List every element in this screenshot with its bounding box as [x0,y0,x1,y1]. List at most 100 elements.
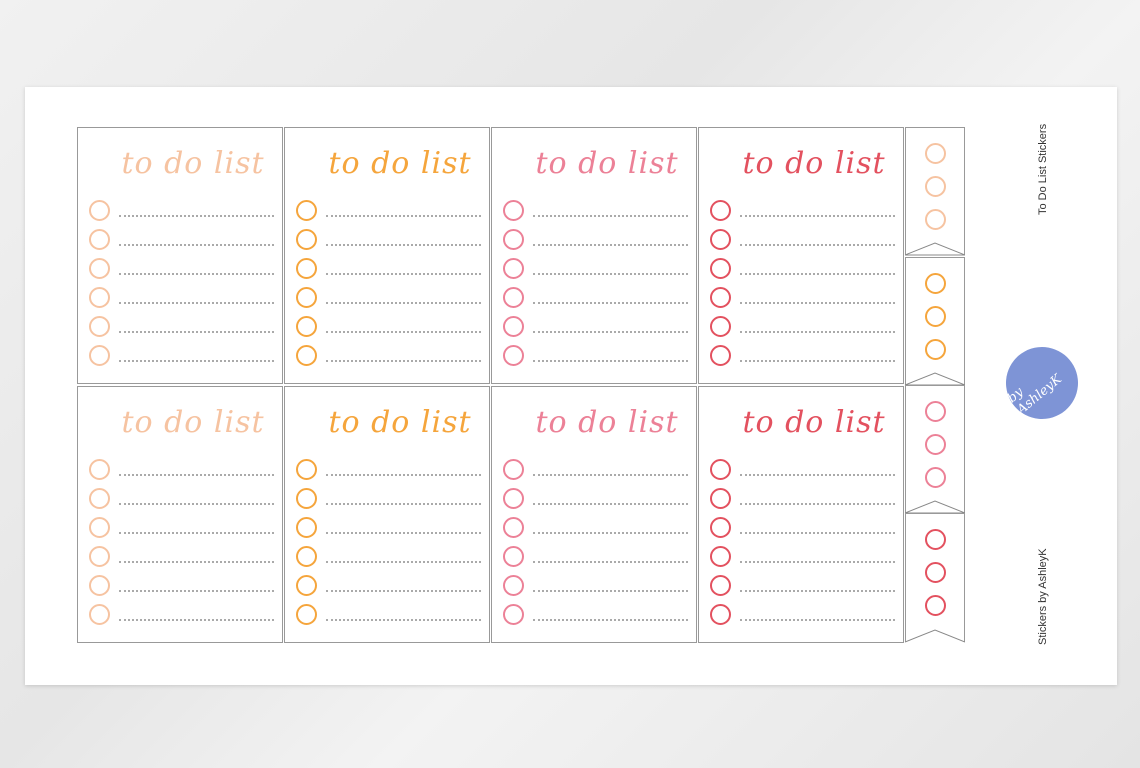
list-item [89,517,274,539]
checkbox-circle [296,604,317,625]
list-item [296,604,481,626]
dotted-line [533,215,688,217]
dotted-line [326,215,481,217]
dotted-line [326,619,481,621]
list-item [503,488,688,510]
list-item [710,604,895,626]
list-item [296,345,481,367]
list-item [89,316,274,338]
checkbox-circle [89,488,110,509]
dotted-line [326,532,481,534]
dotted-line [533,474,688,476]
checkbox-circle [925,306,946,327]
list-item [710,287,895,309]
checkbox-circle [296,316,317,337]
dotted-line [326,331,481,333]
card-title: to do list [328,146,472,181]
checkbox-circle [296,200,317,221]
checkbox-circle [503,258,524,279]
checkbox-circle [89,229,110,250]
dotted-line [533,532,688,534]
list-item [710,258,895,280]
checkbox-circle [710,229,731,250]
dotted-line [740,360,895,362]
checkbox-circle [710,459,731,480]
checkbox-circle [89,546,110,567]
checkbox-circle [710,200,731,221]
list-item [710,316,895,338]
checkbox-circle [89,316,110,337]
checkbox-circle [710,546,731,567]
list-item [296,229,481,251]
todo-card: to do list [284,127,490,384]
list-item [296,316,481,338]
checkbox-circle [710,488,731,509]
checkbox-circle [296,229,317,250]
list-item [89,229,274,251]
list-item [296,200,481,222]
checkbox-circle [925,467,946,488]
dotted-line [740,215,895,217]
checkbox-circle [296,517,317,538]
card-title: to do list [742,405,886,440]
flag-notch [905,500,965,514]
card-title: to do list [535,146,679,181]
checkbox-circle [710,345,731,366]
dotted-line [740,561,895,563]
card-title: to do list [742,146,886,181]
checkbox-circle [503,200,524,221]
checkbox-circle [503,316,524,337]
dotted-line [740,273,895,275]
dotted-line [533,360,688,362]
card-title: to do list [121,405,265,440]
list-item [503,604,688,626]
checkbox-circle [503,517,524,538]
checkbox-circle [925,273,946,294]
list-item [710,200,895,222]
list-item [503,287,688,309]
checkbox-circle [89,258,110,279]
checkbox-circle [296,575,317,596]
dotted-line [119,532,274,534]
dotted-line [326,273,481,275]
checkbox-circle [503,345,524,366]
dotted-line [119,503,274,505]
checkbox-circle [503,575,524,596]
checkbox-circle [925,339,946,360]
list-item [710,488,895,510]
dotted-line [119,302,274,304]
checkbox-circle [296,488,317,509]
dotted-line [326,590,481,592]
list-item [503,517,688,539]
list-item [89,200,274,222]
dotted-line [119,619,274,621]
list-item [710,229,895,251]
checkbox-circle [296,546,317,567]
checkbox-circle [503,546,524,567]
checkbox-circle [925,176,946,197]
todo-card: to do list [698,386,904,643]
list-item [503,258,688,280]
product-title: To Do List Stickers [1037,123,1049,215]
dotted-line [119,215,274,217]
list-item [89,546,274,568]
card-title: to do list [535,405,679,440]
checkbox-circle [503,287,524,308]
checkbox-circle [925,209,946,230]
list-item [710,575,895,597]
list-item [89,604,274,626]
checkbox-circle [89,604,110,625]
todo-card: to do list [284,386,490,643]
list-item [710,546,895,568]
list-item [296,258,481,280]
flag-notch [905,629,965,643]
checkbox-circle [89,517,110,538]
list-item [296,287,481,309]
list-item [296,575,481,597]
checkbox-flag [905,257,965,386]
dotted-line [740,503,895,505]
checkbox-circle [296,287,317,308]
dotted-line [119,590,274,592]
list-item [710,345,895,367]
dotted-line [326,244,481,246]
